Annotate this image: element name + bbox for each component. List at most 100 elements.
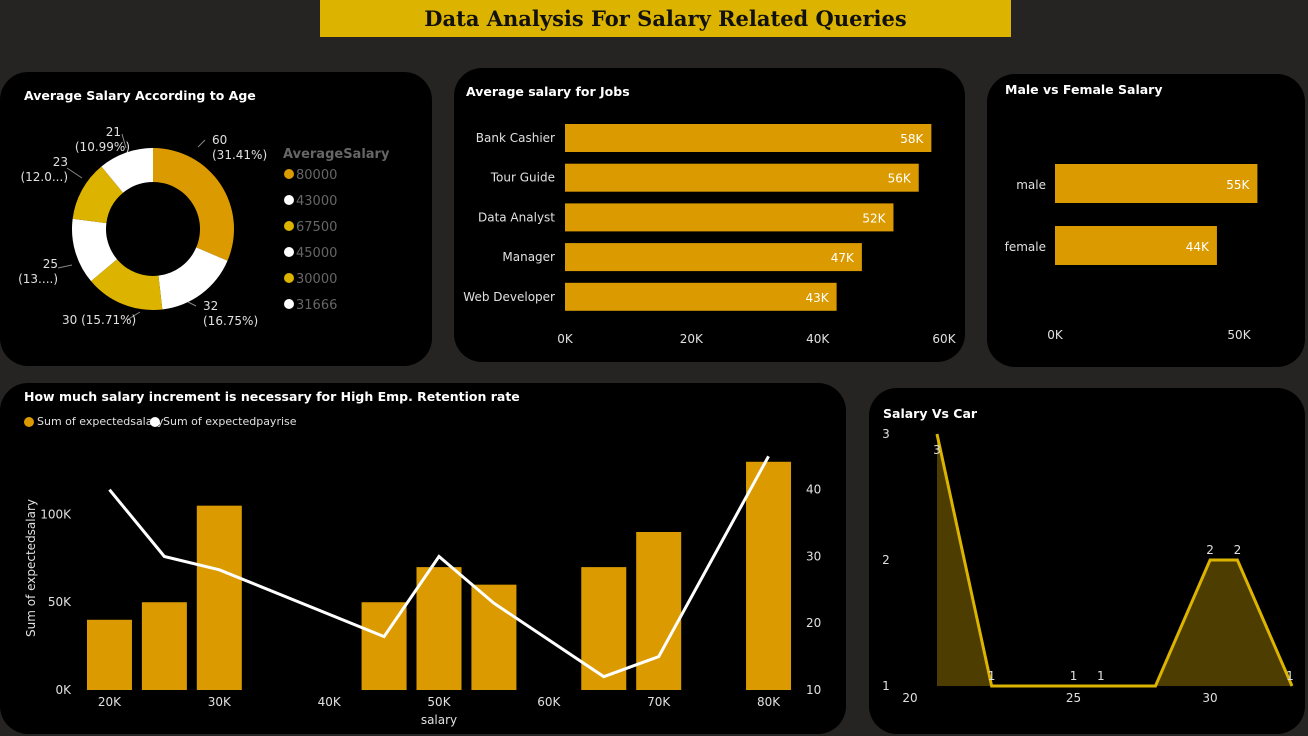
combo-x-tick: 70K (647, 695, 671, 709)
car-salary-area-chart[interactable]: 3 1 1 1 2 2 1 1 2 3 20 25 30 (869, 388, 1305, 734)
combo-bar (636, 532, 682, 690)
combo-x-tick: 30K (208, 695, 232, 709)
jobs-x-tick: 40K (806, 332, 830, 346)
jobs-bar (565, 124, 932, 152)
jobs-category-label: Data Analyst (478, 210, 555, 224)
combo-legend-item: Sum of expectedpayrise (163, 415, 297, 428)
age-salary-donut-chart[interactable]: 60 (31.41%) 32 (16.75%) 30 (15.71%) 25 (13....… (0, 72, 432, 366)
jobs-bar (565, 163, 919, 192)
jobs-salary-bar-chart[interactable]: Bank Cashier 58K Tour Guide 56K Data Analyst… (454, 68, 965, 362)
combo-x-tick: 40K (318, 695, 342, 709)
donut-legend-item: 45000 (296, 246, 337, 261)
combo-bar (416, 567, 462, 690)
donut-leader-line (66, 167, 83, 179)
donut-label: 32 (16.75%) (203, 299, 258, 328)
jobs-category-label: Bank Cashier (476, 131, 555, 145)
combo-y-axis-label: Sum of expectedsalary (24, 499, 38, 637)
car-y-tick: 3 (882, 427, 890, 441)
donut-legend-marker (284, 299, 294, 309)
dashboard-title-bar: Data Analysis For Salary Related Queries (320, 0, 1011, 37)
car-x-tick: 25 (1066, 691, 1081, 705)
gender-category-label: male (1016, 178, 1046, 192)
donut-legend-item: 30000 (296, 272, 337, 287)
combo-bar (746, 461, 792, 690)
combo-y2-tick: 30 (806, 549, 821, 563)
combo-y-tick: 0K (55, 683, 72, 697)
combo-y-tick: 50K (48, 595, 72, 609)
combo-x-tick: 20K (98, 695, 122, 709)
combo-x-tick: 80K (757, 695, 781, 709)
car-data-label: 1 (988, 669, 996, 683)
car-data-label: 1 (1286, 669, 1294, 683)
gender-value-label: 55K (1226, 178, 1250, 192)
jobs-x-tick: 0K (557, 332, 574, 346)
donut-leader-line (197, 139, 206, 148)
combo-bar (471, 584, 517, 690)
jobs-bar (565, 243, 862, 272)
jobs-salary-card[interactable]: Average salary for Jobs Bank Cashier 58K T… (454, 68, 965, 362)
car-data-label: 3 (933, 443, 941, 457)
gender-x-tick: 50K (1227, 328, 1251, 342)
jobs-category-label: Tour Guide (490, 171, 555, 185)
donut-leader-line (187, 301, 197, 307)
donut-legend-item: 67500 (296, 220, 337, 235)
combo-y2-tick: 20 (806, 616, 821, 630)
jobs-value-label: 47K (831, 251, 855, 265)
car-x-tick: 20 (902, 691, 917, 705)
combo-x-axis-label: salary (421, 713, 457, 727)
donut-label: 21 (10.99%) (75, 125, 130, 154)
donut-legend-marker (284, 169, 294, 179)
car-salary-card[interactable]: Salary Vs Car 3 1 1 1 2 2 1 1 2 3 20 25 30 (869, 388, 1305, 734)
jobs-value-label: 52K (862, 211, 886, 225)
dashboard-title: Data Analysis For Salary Related Queries (424, 6, 907, 31)
donut-label: 25 (13....) (18, 257, 58, 286)
combo-x-tick: 50K (427, 695, 451, 709)
jobs-x-tick: 60K (932, 332, 956, 346)
car-y-tick: 1 (882, 679, 890, 693)
age-salary-card[interactable]: Average Salary According to Age 60 (31.41… (0, 72, 432, 366)
donut-legend-marker (284, 221, 294, 231)
donut-legend-item: 80000 (296, 168, 337, 183)
jobs-category-label: Web Developer (463, 290, 555, 304)
gender-salary-card[interactable]: Male vs Female Salary male 55K female 44K 0K… (987, 74, 1305, 367)
gender-value-label: 44K (1186, 240, 1210, 254)
jobs-value-label: 58K (900, 132, 924, 146)
car-data-label: 1 (1070, 669, 1078, 683)
combo-x-tick: 60K (537, 695, 561, 709)
car-data-label: 1 (1097, 669, 1105, 683)
jobs-bar (565, 282, 837, 311)
combo-y2-tick: 10 (806, 683, 821, 697)
combo-legend-marker (24, 417, 34, 427)
jobs-value-label: 56K (888, 172, 912, 186)
car-x-tick: 30 (1202, 691, 1217, 705)
combo-bar (141, 602, 187, 690)
gender-salary-bar-chart[interactable]: male 55K female 44K 0K 50K (987, 74, 1305, 367)
donut-legend-marker (284, 273, 294, 283)
donut-label: 30 (15.71%) (62, 313, 136, 327)
car-y-tick: 2 (882, 553, 890, 567)
gender-x-tick: 0K (1047, 328, 1064, 342)
car-data-label: 2 (1234, 543, 1242, 557)
donut-label: 23 (12.0...) (20, 155, 68, 184)
donut-legend-marker (284, 195, 294, 205)
combo-y2-tick: 40 (806, 483, 821, 497)
car-data-label: 2 (1206, 543, 1214, 557)
jobs-value-label: 43K (805, 291, 829, 305)
donut-label: 60 (31.41%) (212, 133, 267, 162)
jobs-bar (565, 203, 894, 232)
donut-legend-item: 43000 (296, 194, 337, 209)
retention-combo-chart[interactable]: Sum of expectedsalary Sum of expectedpayr… (0, 383, 846, 734)
combo-y-tick: 100K (40, 507, 72, 521)
jobs-x-tick: 20K (680, 332, 704, 346)
combo-legend-marker (150, 417, 160, 427)
gender-category-label: female (1005, 240, 1046, 254)
donut-legend-title: AverageSalary (283, 147, 390, 162)
combo-bar (86, 619, 132, 690)
retention-card[interactable]: How much salary increment is necessary f… (0, 383, 846, 734)
donut-legend-marker (284, 247, 294, 257)
donut-slice-60 (153, 148, 234, 261)
combo-legend-item: Sum of expectedsalary (37, 415, 164, 428)
donut-leader-line (57, 264, 73, 269)
donut-legend-item: 31666 (296, 298, 337, 313)
combo-bar (196, 505, 242, 690)
